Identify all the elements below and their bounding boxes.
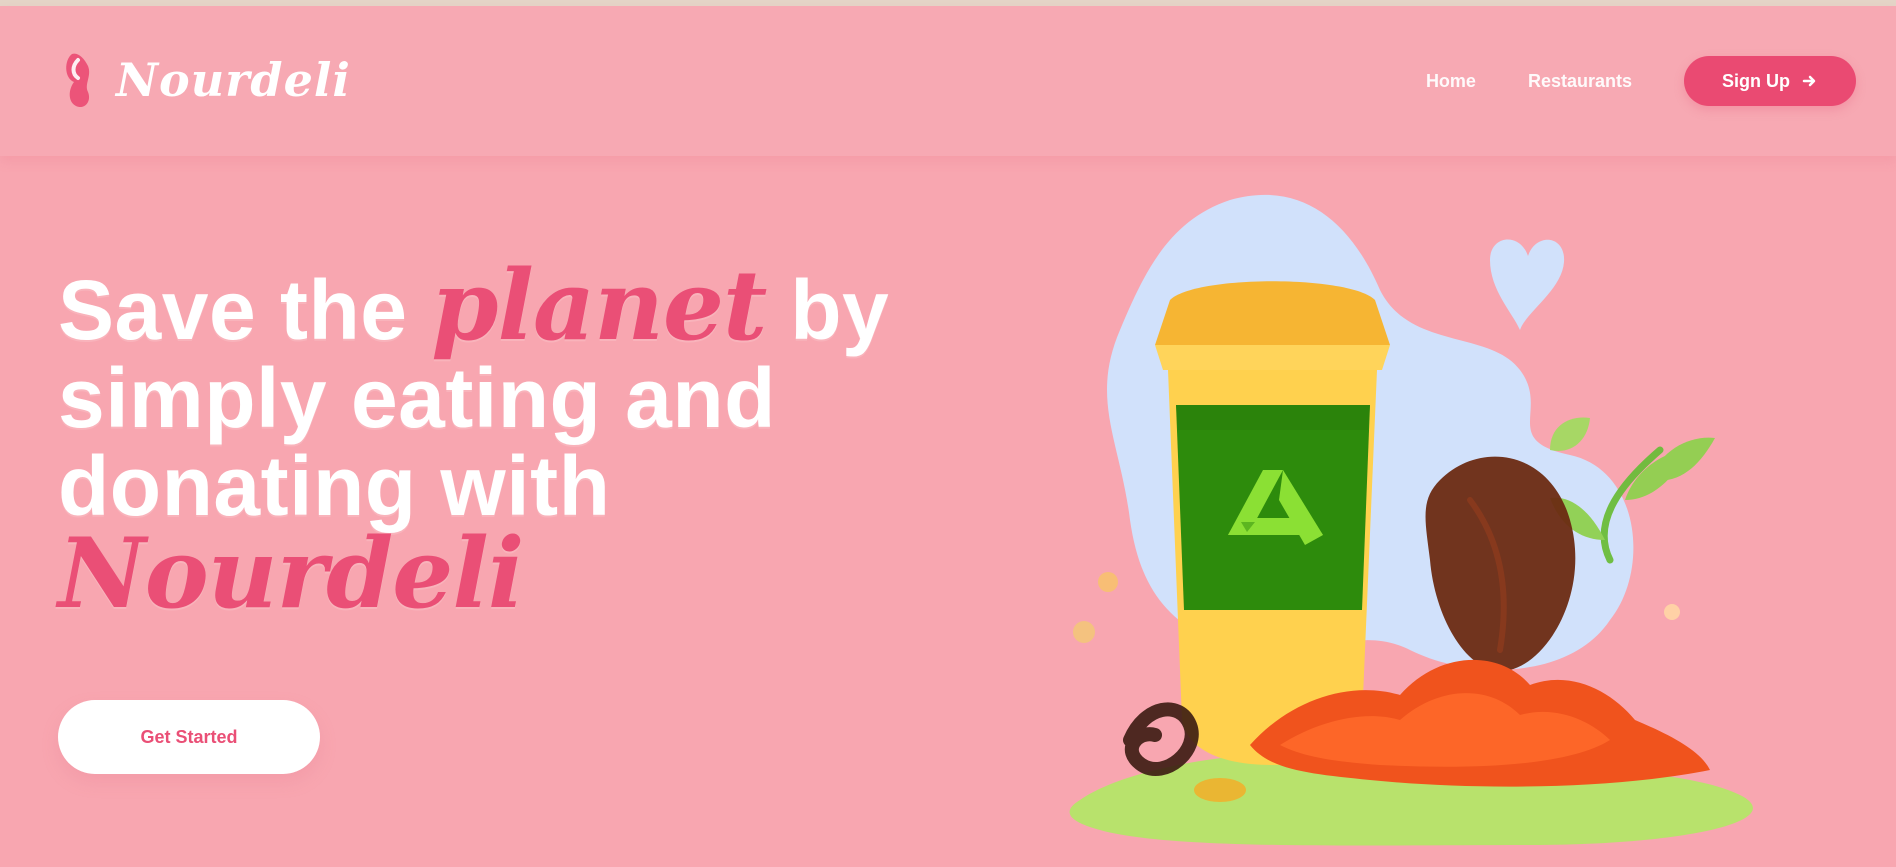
brand-name: Nourdeli (116, 53, 351, 107)
hero: Save the planet by simply eating and don… (58, 258, 918, 774)
small-pebble (1194, 778, 1246, 802)
sparkle-dot-2 (1073, 621, 1095, 643)
brand[interactable]: Nourdeli (58, 50, 351, 110)
logo-icon (58, 50, 100, 110)
headline-part-1: Save the (58, 263, 432, 357)
site-header: Nourdeli Home Restaurants Sign Up (0, 6, 1896, 156)
dark-swirl (1123, 702, 1199, 776)
headline-brand: Nourdeli (58, 517, 524, 630)
hero-headline: Save the planet by simply eating and don… (58, 258, 918, 622)
sparkle-dot-1 (1098, 572, 1118, 592)
hero-illustration (1050, 180, 1830, 850)
headline-accent: planet (431, 249, 767, 362)
arrow-right-icon (1800, 72, 1818, 90)
sparkle-dot-3 (1664, 604, 1680, 620)
heart-shape (1490, 239, 1565, 330)
top-nav: Home Restaurants Sign Up (1426, 56, 1856, 106)
get-started-button[interactable]: Get Started (58, 700, 320, 774)
signup-button[interactable]: Sign Up (1684, 56, 1856, 106)
nav-home[interactable]: Home (1426, 71, 1476, 92)
signup-button-label: Sign Up (1722, 70, 1790, 91)
nav-restaurants[interactable]: Restaurants (1528, 71, 1632, 92)
